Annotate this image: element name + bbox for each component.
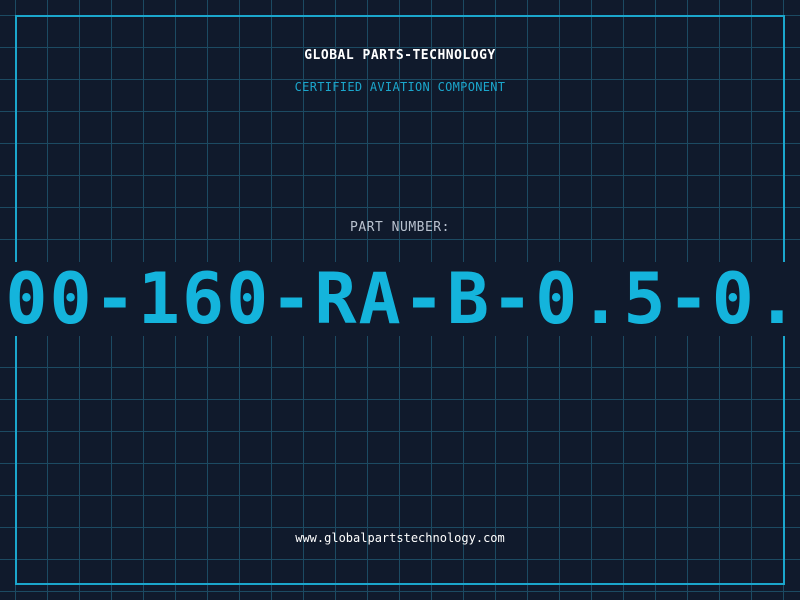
company-name: GLOBAL PARTS-TECHNOLOGY — [304, 48, 496, 63]
website-url: www.globalpartstechnology.com — [295, 531, 505, 545]
part-number-band: 00-160-RA-B-0.5-0. — [0, 262, 800, 336]
part-number-value: 00-160-RA-B-0.5-0. — [5, 262, 800, 336]
certification-subtitle: CERTIFIED AVIATION COMPONENT — [294, 80, 506, 94]
part-number-label: PART NUMBER: — [350, 220, 450, 235]
